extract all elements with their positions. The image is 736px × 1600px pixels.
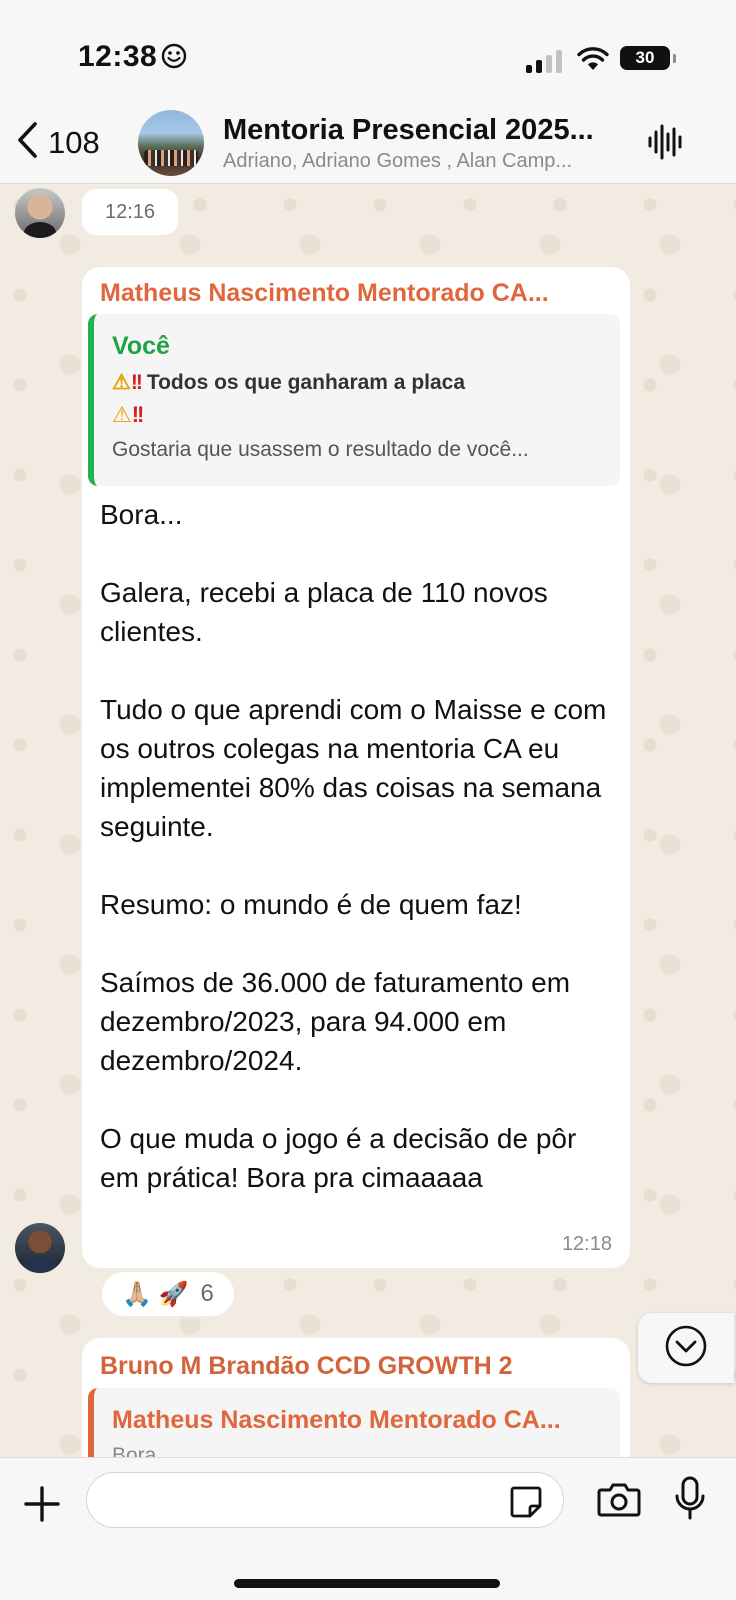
back-chevron-icon — [14, 120, 40, 165]
quoted-author: Matheus Nascimento Mentorado CA... — [112, 1406, 561, 1434]
message-input[interactable] — [86, 1472, 564, 1528]
signal-icon — [526, 50, 562, 73]
message-input-bar — [0, 1457, 736, 1600]
double-exclamation-icon: !! — [130, 371, 143, 394]
quoted-emoji-line: ⚠!! — [112, 402, 145, 428]
warning-icon: ⚠ — [112, 402, 132, 427]
voice-chat-button[interactable] — [646, 122, 686, 167]
group-avatar[interactable] — [138, 110, 204, 176]
unread-count: 108 — [48, 124, 100, 160]
home-indicator — [234, 1579, 500, 1588]
group-title[interactable]: Mentoria Presencial 2025... — [223, 114, 613, 147]
message-line: Resumo: o mundo é de quem faz! — [100, 889, 522, 920]
smiley-icon — [161, 43, 187, 77]
message-line: O que muda o jogo é a decisão de pôr em … — [100, 1123, 577, 1193]
message-line: Tudo o que aprendi com o Maisse e com os… — [100, 694, 607, 842]
group-members[interactable]: Adriano, Adriano Gomes , Alan Camp... — [223, 150, 623, 173]
reaction-count: 6 — [200, 1280, 214, 1307]
message-sender[interactable]: Bruno M Brandão CCD GROWTH 2 — [100, 1352, 513, 1381]
message-time-stub: 12:16 — [82, 189, 178, 235]
chat-header: 108 Mentoria Presencial 2025... Adriano,… — [0, 100, 736, 184]
chat-area[interactable]: 12:16 Matheus Nascimento Mentorado CA...… — [0, 185, 736, 1457]
status-time-text: 12:38 — [78, 40, 158, 73]
message-bubble[interactable]: Matheus Nascimento Mentorado CA... Você … — [82, 267, 630, 1268]
quoted-text: Gostaria que usassem o resultado de você… — [112, 438, 529, 461]
sender-avatar[interactable] — [15, 1223, 65, 1273]
double-exclamation-icon: !! — [131, 402, 145, 427]
sender-avatar[interactable] — [15, 188, 65, 238]
message-line: Bora... — [100, 499, 183, 530]
message-sender[interactable]: Matheus Nascimento Mentorado CA... — [100, 279, 610, 308]
message-line: Saímos de 36.000 de faturamento em dezem… — [100, 967, 571, 1076]
reaction-emojis: 🙏🏼 🚀 — [122, 1280, 189, 1308]
quoted-headline: ⚠!! Todos os que ganharam a placa — [112, 370, 465, 395]
quoted-headline-text: Todos os que ganharam a placa — [146, 371, 466, 394]
chevron-down-icon — [664, 1324, 708, 1373]
attach-button[interactable] — [22, 1484, 62, 1529]
voice-message-button[interactable] — [674, 1476, 706, 1527]
status-time: 12:38 — [78, 40, 187, 77]
battery-indicator: 30 — [620, 46, 676, 70]
back-button[interactable]: 108 — [14, 120, 100, 165]
quoted-message[interactable]: Você ⚠!! Todos os que ganharam a placa ⚠!… — [88, 314, 620, 486]
message-time: 12:18 — [561, 1233, 612, 1255]
warning-icon: ⚠ — [112, 371, 131, 394]
message-bubble[interactable]: Bruno M Brandão CCD GROWTH 2 Matheus Nas… — [82, 1338, 630, 1457]
message-line: Galera, recebi a placa de 110 novos clie… — [100, 577, 548, 647]
microphone-icon — [674, 1476, 706, 1526]
quoted-text: Bora... — [112, 1444, 174, 1457]
plus-icon — [22, 1486, 62, 1528]
waveform-icon — [646, 124, 686, 166]
wifi-icon — [576, 44, 610, 77]
camera-icon — [597, 1483, 641, 1522]
status-bar: 12:38 30 — [0, 0, 736, 110]
sticker-icon — [508, 1486, 544, 1524]
sticker-button[interactable] — [508, 1484, 544, 1525]
scroll-to-bottom-button[interactable] — [638, 1313, 734, 1383]
quoted-author: Você — [112, 332, 170, 360]
camera-button[interactable] — [597, 1480, 641, 1523]
quoted-message[interactable]: Matheus Nascimento Mentorado CA... Bora.… — [88, 1388, 620, 1457]
message-text: Bora... Galera, recebi a placa de 110 no… — [100, 495, 610, 1197]
reactions-badge[interactable]: 🙏🏼 🚀 6 — [100, 1270, 236, 1318]
